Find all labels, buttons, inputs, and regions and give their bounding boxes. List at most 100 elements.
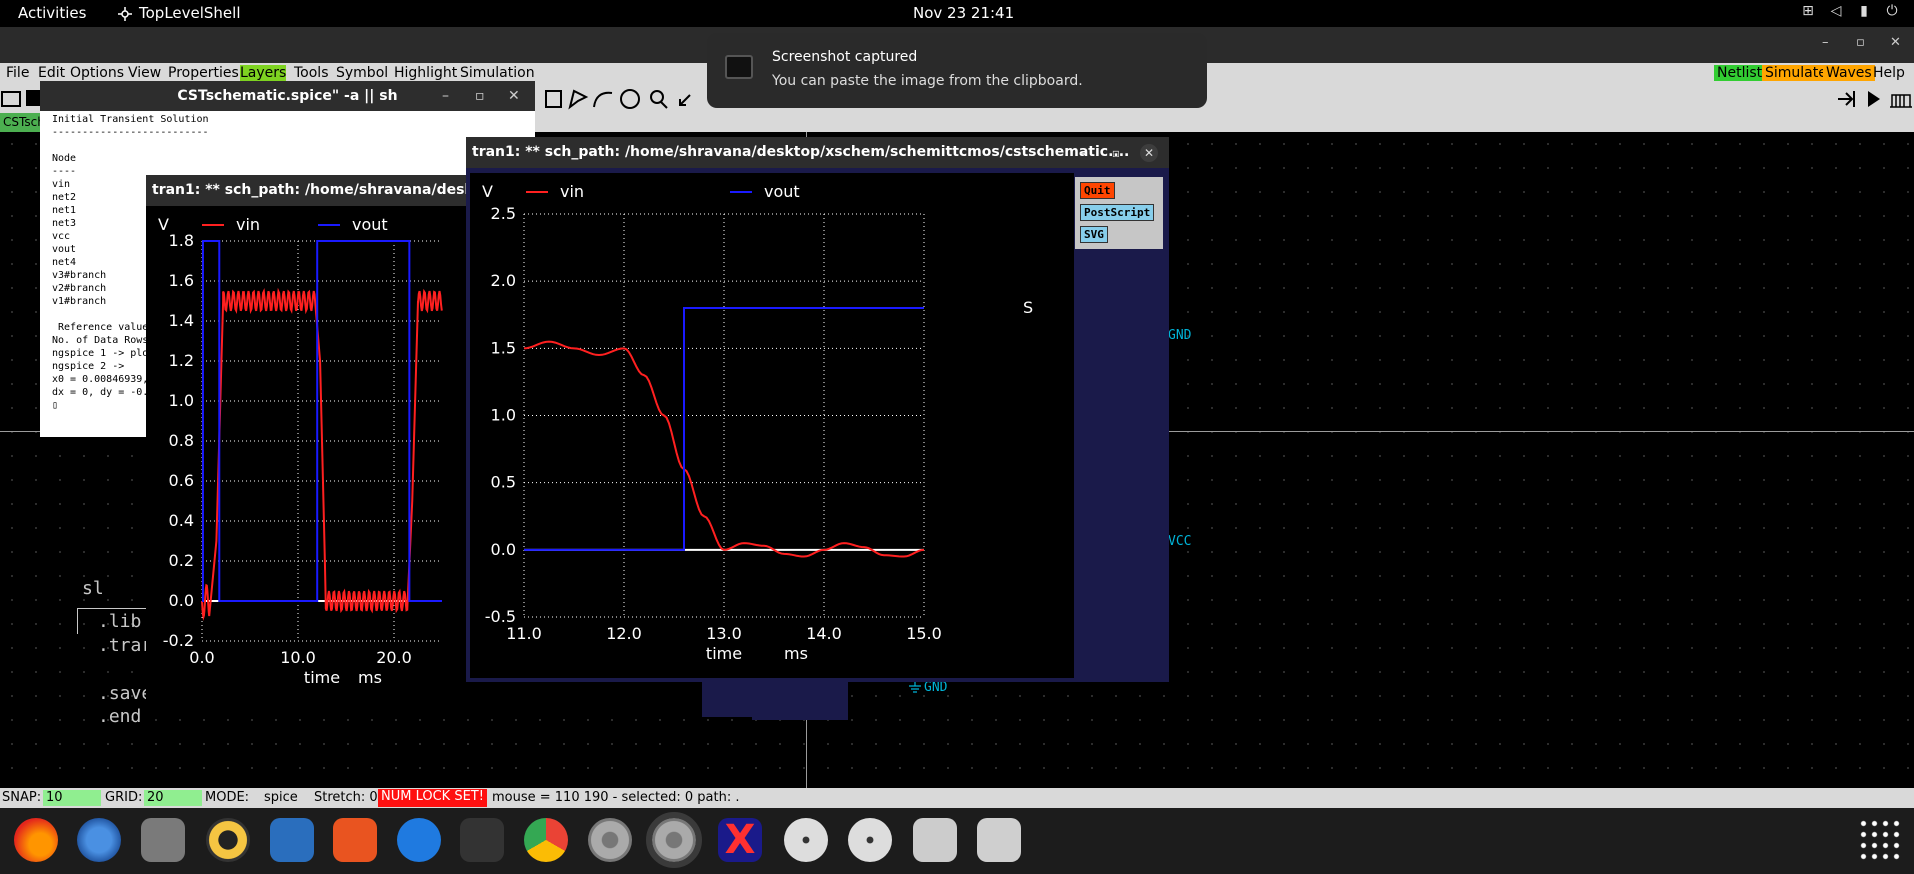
- rhythmbox-icon[interactable]: [206, 818, 250, 862]
- notification-popup[interactable]: Screenshot captured You can paste the im…: [707, 33, 1207, 108]
- menu-layers[interactable]: Layers: [240, 65, 287, 81]
- menu-properties[interactable]: Properties: [168, 65, 239, 81]
- terminal-line: --------------------------: [52, 127, 209, 138]
- activities-button[interactable]: Activities: [18, 4, 86, 22]
- plot-button-panel: Quit PostScript SVG: [1075, 177, 1163, 249]
- waves-button[interactable]: Waves: [1823, 65, 1875, 81]
- trash-icon[interactable]: [977, 818, 1021, 862]
- help-icon[interactable]: [397, 818, 441, 862]
- maximize-icon[interactable]: ▫: [1856, 35, 1865, 50]
- plot-front-titlebar[interactable]: tran1: ** sch_path: /home/shravana/deskt…: [466, 137, 1169, 168]
- play-icon[interactable]: [1868, 91, 1880, 107]
- help-button[interactable]: Help: [1870, 65, 1908, 81]
- gnome-top-bar: Activities TopLevelShell Nov 23 21:41 ⊞ …: [0, 0, 1914, 27]
- zoom-icon[interactable]: [650, 90, 668, 109]
- menu-options[interactable]: Options: [70, 65, 124, 81]
- y-tick-label: 1.8: [169, 231, 194, 250]
- y-tick-label: 1.0: [491, 406, 516, 425]
- net-label-gnd[interactable]: GND: [924, 680, 947, 695]
- files-icon[interactable]: [141, 818, 185, 862]
- close-icon[interactable]: ✕: [1890, 35, 1901, 50]
- firefox-icon[interactable]: [14, 818, 58, 862]
- system-tray[interactable]: ⊞ ◁ ▮ ⏻: [1800, 3, 1900, 19]
- menu-view[interactable]: View: [128, 65, 161, 81]
- settings-active-icon[interactable]: [646, 812, 702, 868]
- app-icon: [118, 7, 132, 21]
- x-axis-label: time: [304, 668, 340, 687]
- menu-simulation[interactable]: Simulation: [460, 65, 535, 81]
- terminal-titlebar[interactable]: CSTschematic.spice" -a || sh – ▫ ✕: [40, 81, 535, 111]
- x-axis-unit: ms: [358, 668, 382, 687]
- notification-body: You can paste the image from the clipboa…: [772, 73, 1083, 89]
- y-tick-label: 0.5: [491, 473, 516, 492]
- terminal-icon[interactable]: [460, 818, 504, 862]
- y-tick-label: 1.5: [491, 338, 516, 357]
- mouse-status: mouse = 110 190 - selected: 0 path: .: [492, 790, 740, 805]
- open-icon[interactable]: [1, 91, 21, 107]
- menu-symbol[interactable]: Symbol: [336, 65, 388, 81]
- vin-trace: [523, 340, 925, 558]
- chrome-icon[interactable]: [524, 818, 568, 862]
- y-tick-label: 0.4: [169, 511, 194, 530]
- arc-tool-icon[interactable]: [593, 91, 613, 108]
- clock[interactable]: Nov 23 21:41: [913, 4, 1014, 22]
- thunderbird-icon[interactable]: [77, 818, 121, 862]
- x-tick-label: 20.0: [376, 648, 412, 667]
- circle-tool-icon[interactable]: [620, 89, 640, 109]
- legend-label: vout: [352, 215, 388, 234]
- grid-field[interactable]: 20: [144, 790, 202, 806]
- x-tick-label: 13.0: [706, 624, 742, 643]
- plot-back-titlebar[interactable]: tran1: ** sch_path: /home/shravana/deskt…: [146, 175, 486, 206]
- xschem-icon[interactable]: X: [718, 818, 762, 862]
- grid-label: GRID:: [105, 790, 143, 805]
- menu-file[interactable]: File: [6, 65, 29, 81]
- quit-button[interactable]: Quit: [1080, 182, 1115, 199]
- y-tick-label: 2.0: [491, 271, 516, 290]
- x-tick-label: 15.0: [906, 624, 942, 643]
- app-name: TopLevelShell: [139, 4, 241, 22]
- vout-trace: [524, 307, 924, 551]
- waveform-icon[interactable]: [1890, 94, 1912, 108]
- screenshot-icon: [725, 55, 753, 79]
- legend-label: vin: [236, 215, 260, 234]
- snap-field[interactable]: 10: [43, 790, 101, 806]
- y-axis-label: V: [158, 215, 169, 234]
- disc-icon[interactable]: [784, 818, 828, 862]
- snap-label: SNAP:: [2, 790, 42, 805]
- plot-front-chart[interactable]: 2.52.01.51.00.50.0-0.511.0 12.0 13.0 14.0 15…: [470, 173, 1074, 678]
- settings-icon[interactable]: [588, 818, 632, 862]
- writer-icon[interactable]: [270, 818, 314, 862]
- close-icon[interactable]: ✕: [508, 81, 520, 111]
- schematic-text: .lib: [98, 611, 142, 632]
- polygon-tool-icon[interactable]: [568, 89, 589, 110]
- close-icon[interactable]: ✕: [1140, 144, 1158, 162]
- minimize-icon[interactable]: –: [1822, 35, 1829, 50]
- net-label-vcc[interactable]: VCC: [1168, 534, 1191, 549]
- app-center-icon[interactable]: [333, 818, 377, 862]
- menu-edit[interactable]: Edit: [38, 65, 65, 81]
- maximize-icon[interactable]: ▫: [1107, 144, 1125, 162]
- drive-icon[interactable]: [913, 818, 957, 862]
- app-menu[interactable]: TopLevelShell: [117, 4, 241, 22]
- numlock-warning: NUM LOCK SET!: [378, 789, 487, 807]
- postscript-button[interactable]: PostScript: [1080, 204, 1155, 221]
- maximize-icon[interactable]: ▫: [475, 81, 485, 111]
- fullscreen-icon[interactable]: [679, 94, 691, 106]
- y-axis-label: V: [482, 182, 493, 201]
- svg-button[interactable]: SVG: [1080, 226, 1108, 243]
- rectangle-tool-icon[interactable]: [545, 90, 562, 108]
- plot-window-front[interactable]: tran1: ** sch_path: /home/shravana/deskt…: [466, 137, 1169, 682]
- menu-highlight[interactable]: Highlight: [394, 65, 457, 81]
- plot-back-title: tran1: ** sch_path: /home/shravana/deskt…: [152, 182, 486, 198]
- simulate-button[interactable]: Simulate: [1762, 65, 1830, 81]
- net-label-gnd[interactable]: GND: [1168, 328, 1191, 343]
- menu-tools[interactable]: Tools: [294, 65, 329, 81]
- minimize-icon[interactable]: –: [442, 81, 449, 111]
- disc-icon[interactable]: [848, 818, 892, 862]
- minimize-icon[interactable]: –: [1074, 144, 1092, 162]
- insert-symbol-icon[interactable]: [1838, 91, 1855, 107]
- show-apps-icon[interactable]: [1858, 818, 1902, 862]
- netlist-button[interactable]: Netlist: [1714, 65, 1766, 81]
- status-bar: SNAP: 10 GRID: 20 MODE: spice Stretch: 0…: [0, 788, 1914, 808]
